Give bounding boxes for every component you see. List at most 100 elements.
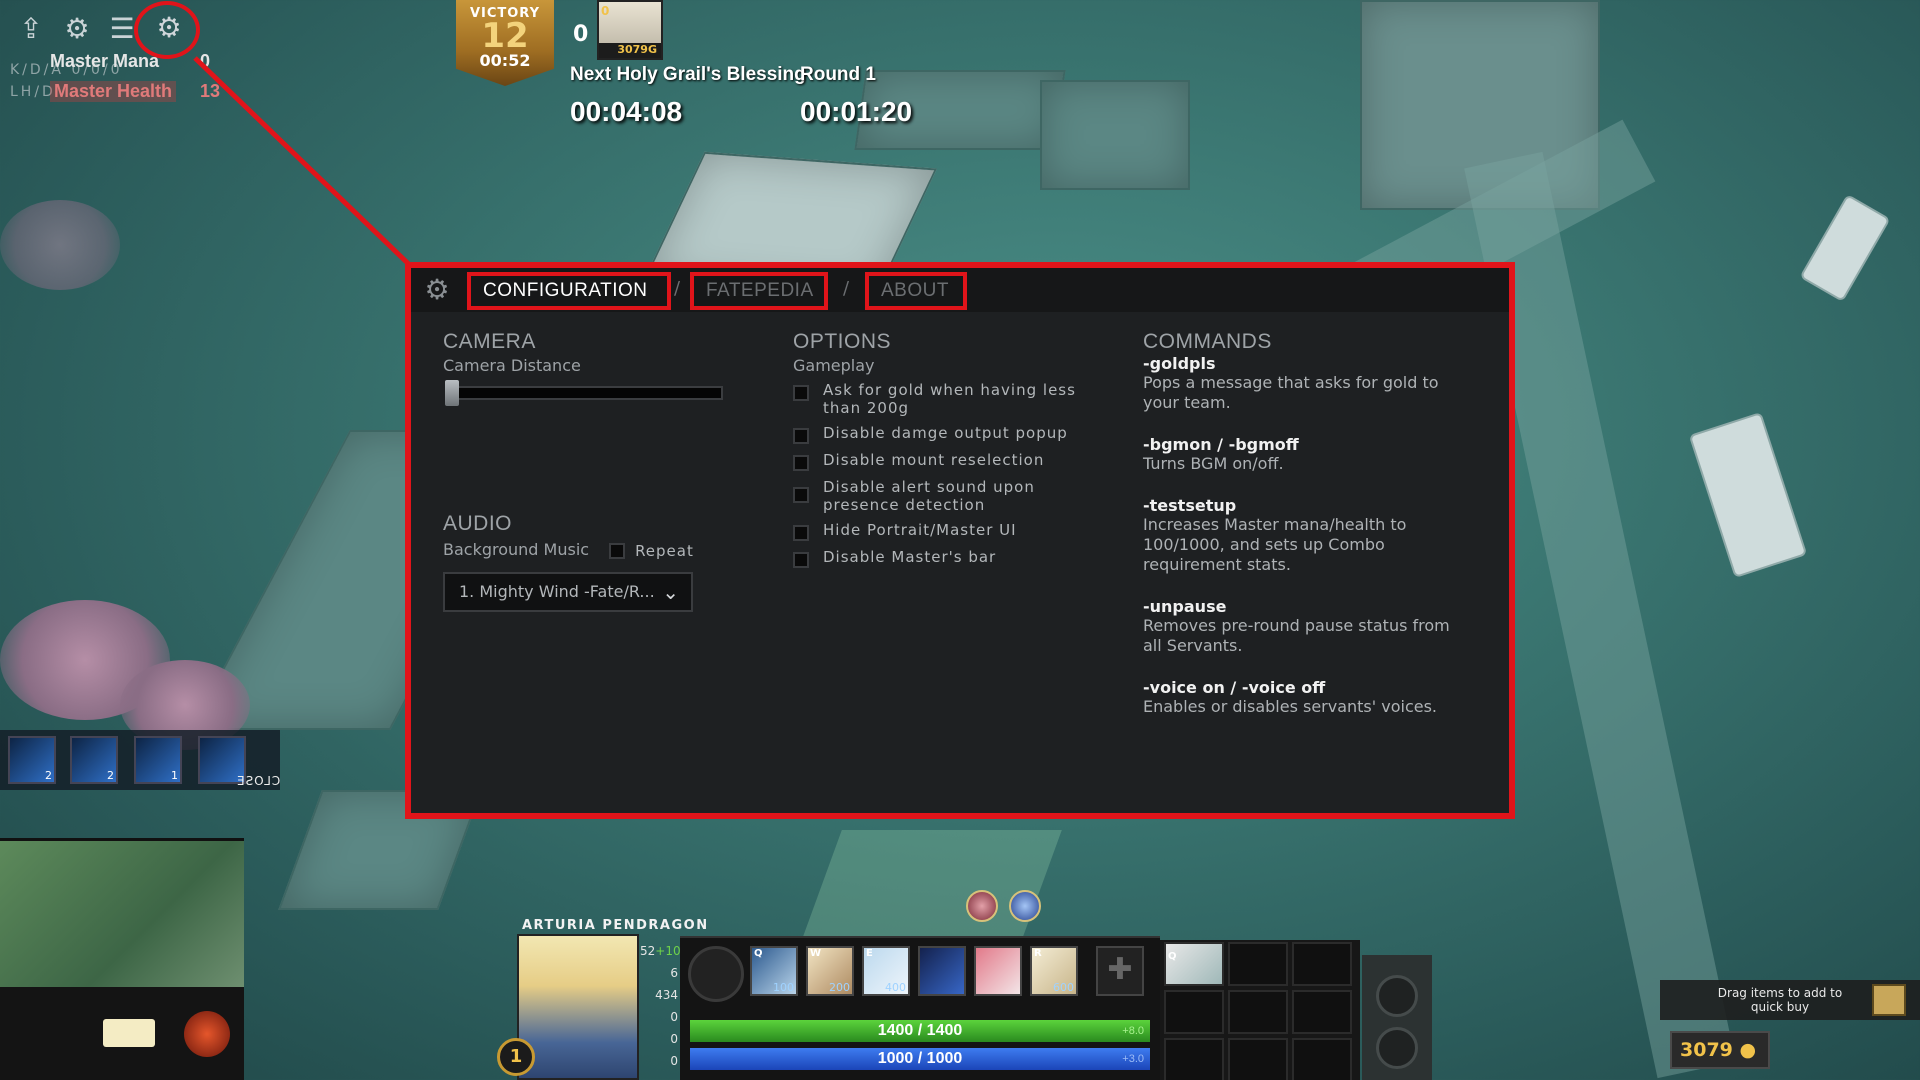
skill-q[interactable]: Q 100 (750, 946, 798, 996)
tab-separator: / (843, 278, 850, 299)
option-checkbox[interactable] (793, 455, 809, 471)
stat-value: 0 (670, 1054, 678, 1068)
combo-ability[interactable]: 2 (70, 736, 118, 784)
combo-ability[interactable]: 1 (134, 736, 182, 784)
commands-title: COMMANDS (1143, 330, 1272, 353)
option-row[interactable]: Disable Master's bar (793, 548, 1093, 568)
gear-icon[interactable]: ⚙ (60, 12, 94, 46)
option-row[interactable]: Hide Portrait/Master UI (793, 521, 1093, 541)
lhd-label: LH/D (10, 84, 56, 100)
hero-level: 1 (497, 1038, 535, 1076)
hero-mini-portrait[interactable]: 0 3079G (597, 0, 663, 60)
skill-e[interactable]: E 400 (862, 946, 910, 996)
command-item: -testsetup Increases Master mana/health t… (1143, 496, 1493, 575)
skill-key: E (866, 948, 873, 959)
attack-button[interactable] (688, 946, 744, 1002)
bgm-track-dropdown[interactable]: 1. Mighty Wind -Fate/R... ⌄ (443, 572, 693, 612)
item-slot[interactable] (1228, 990, 1288, 1034)
upload-icon[interactable]: ⇪ (14, 12, 48, 46)
option-label: Hide Portrait/Master UI (823, 521, 1017, 539)
stat-value: 0 (670, 1010, 678, 1024)
stat-armor: 6 (640, 962, 678, 984)
command-desc: Turns BGM on/off. (1143, 454, 1284, 473)
camera-distance-handle[interactable] (445, 380, 459, 406)
command-desc: Removes pre-round pause status from all … (1143, 616, 1450, 655)
hero-portrait[interactable] (517, 934, 639, 1080)
inventory: Q (1160, 940, 1360, 1080)
health-value: 1400 / 1400 (877, 1022, 963, 1039)
repeat-checkbox[interactable] (609, 543, 626, 559)
health-regen: +8.0 (1122, 1025, 1144, 1037)
option-row[interactable]: Disable damge output popup (793, 424, 1093, 444)
ability-count: 1 (171, 769, 178, 782)
audio-title: AUDIO (443, 512, 513, 535)
repeat-label: Repeat (635, 542, 694, 560)
stat-speed: 434 (640, 984, 678, 1006)
coin-icon: ● (1739, 1039, 1757, 1061)
skill-r[interactable]: R 600 (1030, 946, 1078, 996)
skill-cost: 600 (1053, 981, 1074, 994)
buff-icon[interactable] (1009, 890, 1041, 922)
stat-intelligence: 0 (640, 1050, 678, 1072)
minimap-terrain[interactable] (0, 841, 244, 987)
close-button[interactable]: CLOSE (236, 774, 280, 788)
orb-icon[interactable] (184, 1011, 230, 1057)
option-checkbox[interactable] (793, 525, 809, 541)
item-slot[interactable] (1228, 942, 1288, 986)
skill-w[interactable]: W 200 (806, 946, 854, 996)
car (1799, 193, 1891, 303)
option-label: Disable damge output popup (823, 424, 1068, 442)
blessing-timer: 00:04:08 (570, 96, 683, 127)
option-row[interactable]: Disable mount reselection (793, 451, 1093, 471)
ability-panel: Q 100 W 200 E 400 R 600 ✚ 1400 / 1400 +8.0 10… (680, 936, 1160, 1080)
item-slot[interactable] (1292, 990, 1352, 1034)
round-label: Round 1 (800, 64, 876, 85)
portrait-gold: 3079G (599, 43, 661, 58)
tab-configuration[interactable]: CONFIGURATION (467, 272, 671, 310)
tab-fatepedia[interactable]: FATEPEDIA (690, 272, 828, 310)
scan-button[interactable] (1376, 975, 1418, 1017)
skill-f[interactable] (974, 946, 1022, 996)
scroll-icon[interactable] (103, 1019, 155, 1047)
command-item: -unpause Removes pre-round pause status f… (1143, 597, 1493, 656)
skill-cost: 400 (885, 981, 906, 994)
command-name: -goldpls (1143, 354, 1216, 373)
panel-header: ⚙ CONFIGURATION / FATEPEDIA / ABOUT (411, 268, 1509, 312)
stat-value: 434 (655, 988, 678, 1002)
option-checkbox[interactable] (793, 428, 809, 444)
option-checkbox[interactable] (793, 487, 809, 503)
item-slot[interactable] (1164, 1038, 1224, 1080)
shop-icon[interactable] (1872, 984, 1906, 1016)
camera-distance-slider[interactable] (445, 386, 723, 400)
item-slot[interactable] (1292, 1038, 1352, 1080)
minimap[interactable] (0, 838, 244, 1080)
tab-about[interactable]: ABOUT (865, 272, 967, 310)
skill-key: R (1034, 948, 1042, 959)
glyph-button[interactable] (1376, 1027, 1418, 1069)
option-row[interactable]: Ask for gold when having less than 200g (793, 381, 1093, 417)
skill-d[interactable] (918, 946, 966, 996)
option-checkbox[interactable] (793, 385, 809, 401)
option-row[interactable]: Disable alert sound upon presence detect… (793, 478, 1093, 514)
item-slot[interactable] (1292, 942, 1352, 986)
option-label: Ask for gold when having less than 200g (823, 381, 1076, 417)
master-mana-value: 0 (200, 51, 211, 71)
add-skill-slot[interactable]: ✚ (1096, 946, 1144, 996)
combo-ability[interactable]: 2 (8, 736, 56, 784)
gameplay-subtitle: Gameplay (793, 356, 875, 375)
item-slot[interactable] (1228, 1038, 1288, 1080)
camera-distance-label: Camera Distance (443, 356, 581, 375)
ability-count: 2 (45, 769, 52, 782)
option-checkbox[interactable] (793, 552, 809, 568)
command-name: -testsetup (1143, 496, 1237, 515)
chevron-down-icon: ⌄ (662, 580, 679, 604)
skill-key: Q (754, 948, 763, 959)
gold-counter[interactable]: 3079 ● (1670, 1031, 1770, 1069)
item-slot[interactable]: Q (1164, 942, 1224, 986)
buff-icon[interactable] (966, 890, 998, 922)
item-slot[interactable] (1164, 990, 1224, 1034)
camera-title: CAMERA (443, 330, 536, 353)
master-mana-label: Master Mana (50, 51, 160, 71)
bgm-selected-track: 1. Mighty Wind -Fate/R... (459, 582, 655, 601)
option-label: Disable Master's bar (823, 548, 997, 566)
